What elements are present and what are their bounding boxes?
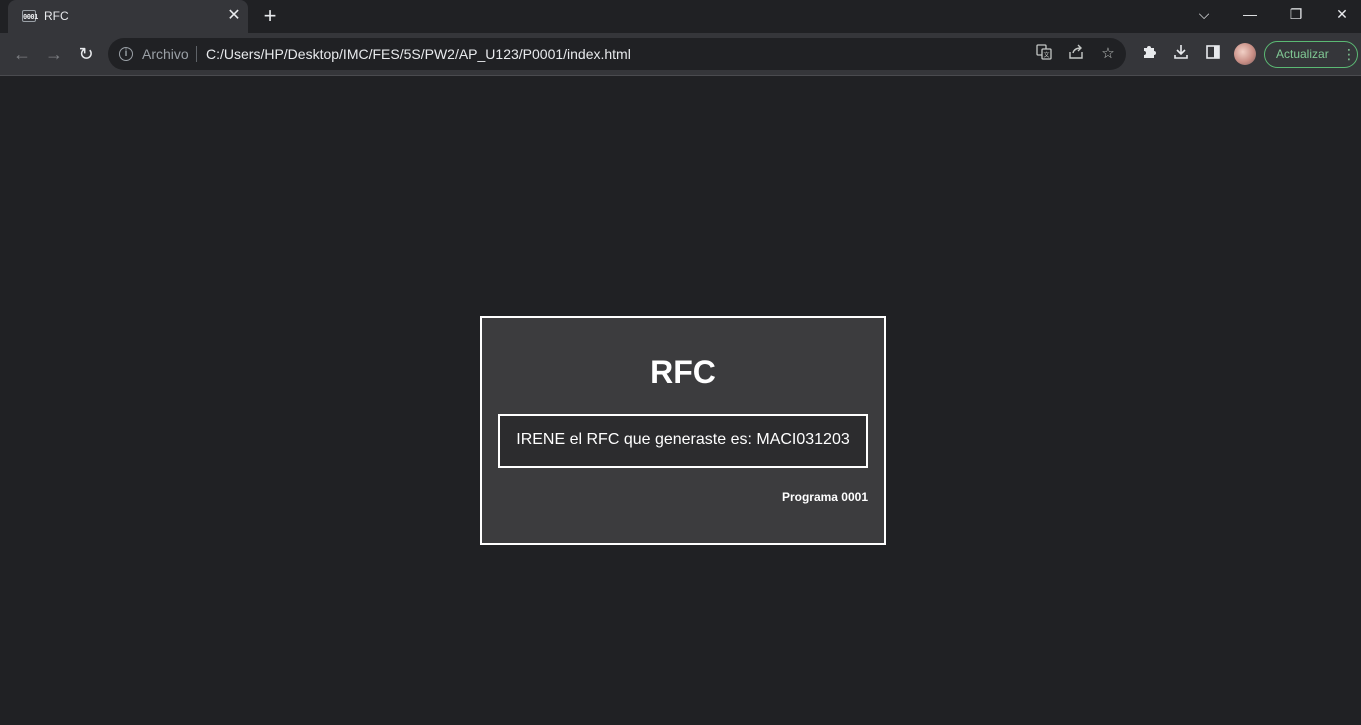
url-text[interactable]: C:/Users/HP/Desktop/IMC/FES/5S/PW2/AP_U1… [206,46,631,62]
star-icon[interactable]: ☆ [1098,44,1118,64]
info-icon[interactable]: i [119,47,133,61]
back-button[interactable]: ← [8,40,36,68]
tab-title: RFC [44,9,69,23]
rfc-card: RFC IRENE el RFC que generaste es: MACI0… [480,316,886,545]
share-icon[interactable] [1066,44,1086,64]
restore-button[interactable]: ❐ [1273,0,1319,30]
close-tab-icon[interactable]: ✕ [223,5,245,27]
reload-button[interactable]: ↻ [72,40,100,68]
tab-strip: 0001 RFC ✕ + ⌵ — ❐ ✕ [0,0,1361,33]
translate-icon[interactable]: 文 [1034,44,1054,64]
profile-avatar[interactable] [1234,43,1256,65]
page-title: RFC [650,354,716,390]
page-viewport: RFC IRENE el RFC que generaste es: MACI0… [0,76,1361,725]
favicon-icon: 0001 [22,10,38,22]
new-tab-button[interactable]: + [258,4,282,28]
program-label: Programa 0001 [781,490,868,504]
puzzle-icon[interactable] [1138,44,1160,66]
update-label: Actualizar [1276,47,1329,61]
divider [196,46,197,62]
svg-text:文: 文 [1043,51,1049,59]
browser-toolbar: ← → ↻ i Archivo C:/Users/HP/Desktop/IMC/… [0,33,1361,76]
side-panel-icon[interactable] [1202,44,1224,66]
forward-button[interactable]: → [40,40,68,68]
close-window-button[interactable]: ✕ [1319,0,1361,30]
scheme-label: Archivo [142,46,189,62]
tab-search-icon[interactable]: ⌵ [1181,0,1227,30]
result-box: IRENE el RFC que generaste es: MACI03120… [498,414,868,468]
download-icon[interactable] [1170,44,1192,66]
update-button[interactable]: Actualizar ⋮ [1264,41,1358,68]
rfc-result-text: IRENE el RFC que generaste es: MACI03120… [516,431,850,448]
address-bar[interactable]: i Archivo C:/Users/HP/Desktop/IMC/FES/5S… [108,38,1126,70]
minimize-button[interactable]: — [1227,0,1273,30]
browser-tab[interactable]: 0001 RFC ✕ [8,0,248,33]
menu-dots-icon[interactable]: ⋮ [1342,45,1356,63]
